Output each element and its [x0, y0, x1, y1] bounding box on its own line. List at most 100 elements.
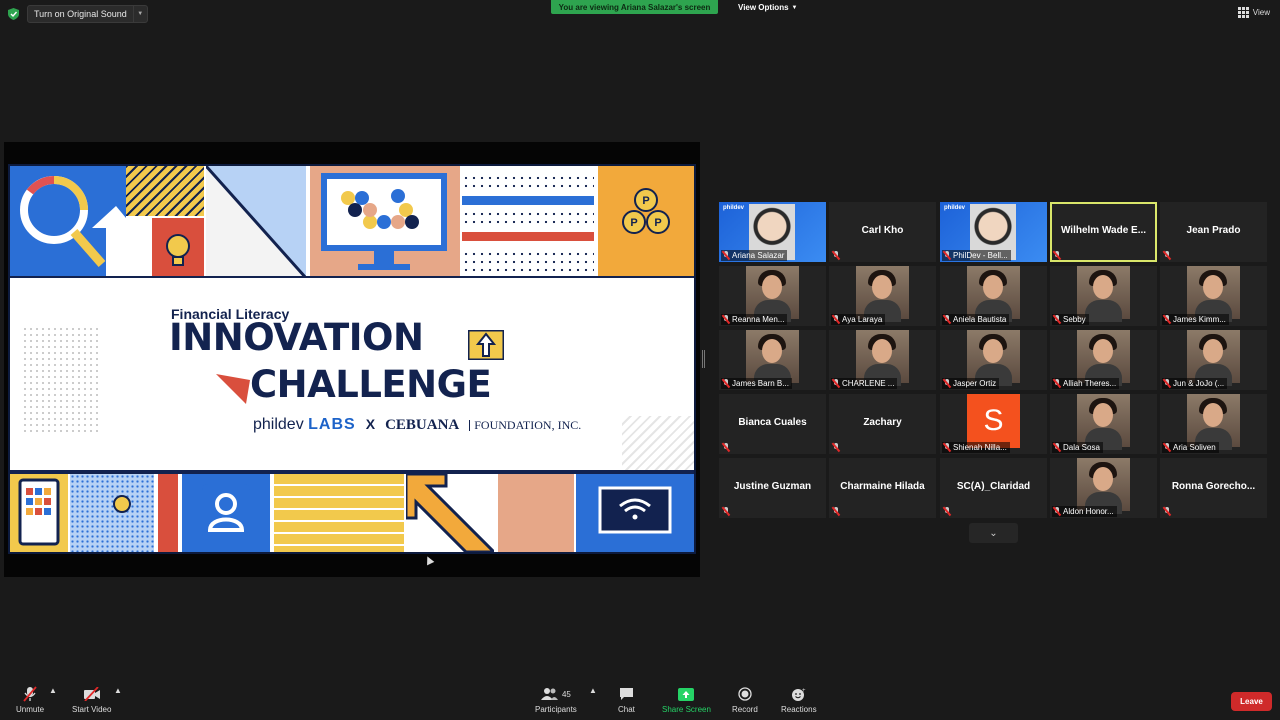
phildev-logo: phildev	[944, 205, 966, 211]
participant-video	[967, 330, 1020, 386]
participant-tile[interactable]: Dala Sosa	[1050, 394, 1157, 454]
participant-name: James Kimm...	[1173, 315, 1226, 324]
participant-tile[interactable]: Sebby	[1050, 266, 1157, 326]
participant-name: Alliah Theres...	[1063, 379, 1117, 388]
participant-tile[interactable]: Aria Soliven	[1160, 394, 1267, 454]
participant-name-bar: James Barn B...	[721, 378, 792, 389]
participant-tile[interactable]: SC(A)_Claridad	[940, 458, 1047, 518]
participant-name-bar: Reanna Men...	[721, 314, 788, 325]
participants-button[interactable]: 45 Participants	[535, 686, 577, 714]
participant-tile[interactable]: James Barn B...	[719, 330, 826, 390]
participant-name: Ariana Salazar	[732, 251, 785, 260]
participant-tile[interactable]: Aniela Bautista	[940, 266, 1047, 326]
arrow-graphic	[404, 472, 497, 552]
participant-name-bar: Aya Laraya	[831, 314, 886, 325]
sponsor-logos: phildev LABS X CEBUANA FOUNDATION, INC.	[253, 416, 581, 434]
muted-mic-icon	[1053, 251, 1061, 260]
grid-view-icon	[1237, 7, 1249, 18]
chevron-up-icon[interactable]: ▲	[114, 686, 122, 695]
participant-video	[1077, 330, 1130, 386]
muted-mic-icon	[23, 686, 37, 702]
video-off-icon	[83, 686, 101, 702]
participant-tile[interactable]: Jean Prado	[1160, 202, 1267, 262]
participant-video	[746, 266, 799, 322]
participant-tile[interactable]: phildev Ariana Salazar	[719, 202, 826, 262]
participant-tile[interactable]: Reanna Men...	[719, 266, 826, 326]
coins-graphic: P P P	[598, 166, 694, 278]
participant-tile[interactable]: Carl Kho	[829, 202, 936, 262]
unmute-button[interactable]: Unmute	[16, 686, 44, 714]
yellow-stripes	[274, 474, 404, 552]
chat-button[interactable]: Chat	[618, 686, 635, 714]
participant-tile[interactable]: Wilhelm Wade E...	[1050, 202, 1157, 262]
participant-tile[interactable]: Ronna Gorecho...	[1160, 458, 1267, 518]
participant-name: SC(A)_Claridad	[956, 481, 1031, 492]
muted-mic-icon	[1163, 251, 1171, 260]
original-sound-button[interactable]: Turn on Original Sound ▼	[27, 5, 148, 23]
participant-video	[746, 330, 799, 386]
participant-tile[interactable]: Charmaine Hilada	[829, 458, 936, 518]
chevron-up-icon[interactable]: ▲	[589, 686, 597, 695]
dot-pattern	[22, 326, 98, 436]
participant-tile[interactable]: Alliah Theres...	[1050, 330, 1157, 390]
chevron-down-icon[interactable]: ⌄	[969, 523, 1018, 543]
participant-video	[967, 266, 1020, 322]
participant-tile[interactable]: Jun & JoJo (...	[1160, 330, 1267, 390]
participant-tile[interactable]: CHARLENE ...	[829, 330, 936, 390]
view-label: View	[1252, 8, 1270, 17]
participant-name-bar: Dala Sosa	[1052, 442, 1103, 453]
participant-name: Aldon Honor...	[1063, 507, 1114, 516]
participant-name-bar: James Kimm...	[1162, 314, 1229, 325]
participant-tile[interactable]: Jasper Ortiz	[940, 330, 1047, 390]
record-button[interactable]: Record	[732, 686, 758, 714]
muted-mic-icon	[1163, 315, 1171, 324]
leave-button[interactable]: Leave	[1231, 692, 1272, 711]
muted-mic-icon	[1053, 379, 1061, 388]
chevron-up-icon[interactable]: ▲	[49, 686, 57, 695]
striped-block	[462, 166, 594, 278]
muted-mic-icon	[832, 507, 840, 516]
share-screen-button[interactable]: Share Screen	[662, 686, 711, 714]
original-sound-label: Turn on Original Sound	[34, 9, 127, 19]
muted-mic-icon	[1163, 443, 1171, 452]
participant-tile[interactable]: James Kimm...	[1160, 266, 1267, 326]
participant-tile[interactable]: Justine Guzman	[719, 458, 826, 518]
participant-tile[interactable]: Zachary	[829, 394, 936, 454]
record-icon	[738, 686, 752, 702]
participant-tile[interactable]: Bianca Cuales	[719, 394, 826, 454]
participant-tile[interactable]: Aya Laraya	[829, 266, 936, 326]
avatar: S	[967, 394, 1020, 448]
participant-tile[interactable]: S Shienah Nilla...	[940, 394, 1047, 454]
view-options-label: View Options	[738, 3, 789, 12]
participant-name: Aria Soliven	[1173, 443, 1216, 452]
tablet-graphic	[10, 474, 68, 552]
participant-name-bar: Sebby	[1052, 314, 1089, 325]
chevron-down-icon[interactable]: ▼	[132, 6, 147, 22]
shared-screen[interactable]: P P P Financial Literacy INNOVATION CHAL	[4, 142, 700, 577]
chat-icon	[619, 686, 634, 702]
muted-mic-icon	[943, 507, 951, 516]
view-button[interactable]: View	[1237, 7, 1270, 18]
cebuana-logo: CEBUANA	[385, 417, 460, 433]
participant-name: Charmaine Hilada	[840, 481, 925, 492]
participant-name: Dala Sosa	[1063, 443, 1100, 452]
participant-video	[1077, 394, 1130, 450]
coin-letter: P	[654, 217, 661, 229]
participant-name: Jean Prado	[1186, 225, 1241, 236]
participant-name-bar: Ariana Salazar	[721, 250, 788, 261]
zoom-window: Turn on Original Sound ▼ You are viewing…	[0, 0, 1280, 720]
view-options-button[interactable]: View Options ▼	[732, 1, 803, 14]
muted-mic-icon	[722, 507, 730, 516]
muted-mic-icon	[943, 315, 951, 324]
participant-tile[interactable]: phildev PhilDev - Bell...	[940, 202, 1047, 262]
reactions-button[interactable]: + Reactions	[781, 686, 817, 715]
shield-icon[interactable]	[8, 8, 19, 20]
participant-name-bar: CHARLENE ...	[831, 378, 898, 389]
monitor-graphic	[310, 166, 460, 278]
start-video-button[interactable]: Start Video	[72, 686, 111, 714]
muted-mic-icon	[832, 443, 840, 452]
splitter-handle[interactable]	[702, 350, 705, 368]
phildev-logo: phildev LABS	[253, 416, 356, 433]
participant-tile[interactable]: Aldon Honor...	[1050, 458, 1157, 518]
participant-name: Justine Guzman	[733, 481, 812, 492]
